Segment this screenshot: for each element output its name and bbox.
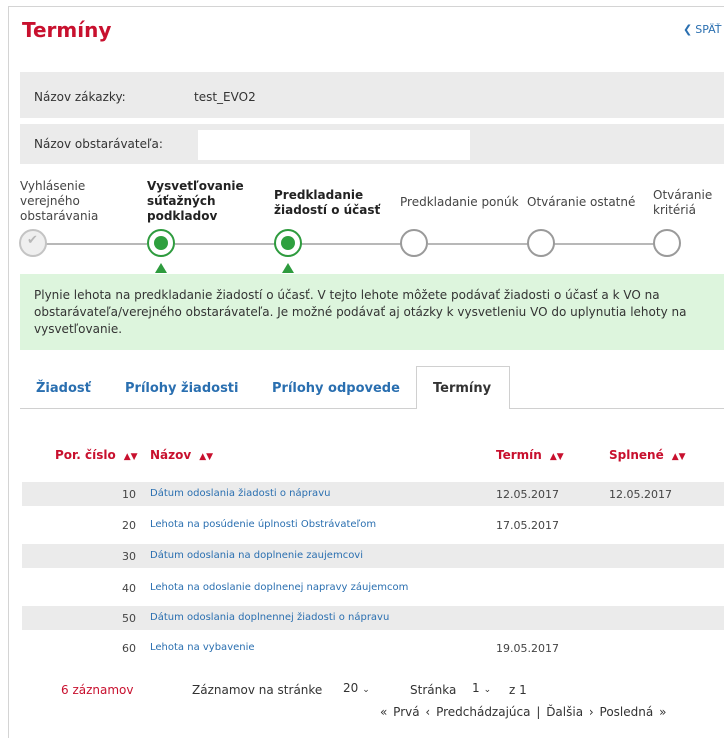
table-row: 60 Lehota na vybavenie 19.05.2017 (22, 636, 724, 660)
cell-name-link[interactable]: Dátum odoslania žiadosti o nápravu (150, 488, 330, 499)
info-message: Plynie lehota na predkladanie žiadostí o… (34, 288, 687, 336)
sort-icon: ▲▼ (123, 452, 138, 462)
tab-ziadost[interactable]: Žiadosť (36, 381, 91, 396)
per-page-label: Záznamov na stránke (192, 683, 323, 697)
sort-icon: ▲▼ (671, 452, 686, 462)
step-circle-5 (527, 229, 555, 257)
cell-due: 17.05.2017 (496, 519, 559, 532)
double-chevron-left-icon: « (380, 705, 388, 719)
active-dot-icon (281, 236, 295, 250)
step-label-2: Vysvetľovanie súťažných podkladov (147, 179, 244, 223)
cell-num: 50 (122, 612, 136, 625)
cell-num: 30 (122, 550, 136, 563)
first-page-link[interactable]: Prvá (393, 705, 419, 719)
chevron-down-icon: ⌄ (483, 685, 492, 695)
step-label-5: Otváranie ostatné (527, 195, 636, 209)
step-label-4: Predkladanie ponúk (400, 195, 519, 209)
step-connector (301, 243, 402, 245)
cell-num: 10 (122, 488, 136, 501)
cell-name-link[interactable]: Dátum odoslania doplnennej žiadosti o ná… (150, 612, 389, 623)
step-label-3: Predkladanie žiadostí o účasť (274, 188, 381, 217)
step-connector (554, 243, 655, 245)
step-connector (175, 243, 275, 245)
field-label-buyer: Názov obstarávateľa: (34, 137, 163, 151)
column-header-num[interactable]: Por. číslo ▲▼ (55, 448, 138, 462)
pagination: « Prvá ‹ Predchádzajúca | Ďalšia › Posle… (380, 705, 668, 719)
triangle-up-icon (282, 263, 294, 273)
next-page-link[interactable]: Ďalšia (546, 705, 583, 719)
cell-done: 12.05.2017 (609, 488, 672, 501)
table-row: 10 Dátum odoslania žiadosti o nápravu 12… (22, 482, 724, 506)
double-chevron-right-icon: » (659, 705, 667, 719)
cell-name-link[interactable]: Lehota na posúdenie úplnosti Obstrávateľ… (150, 519, 376, 530)
cell-num: 40 (122, 582, 136, 595)
table-row: 30 Dátum odoslania na doplnenie zaujemco… (22, 544, 724, 568)
step-circle-6 (653, 229, 681, 257)
back-link[interactable]: ❮ SPÄŤ (683, 23, 722, 36)
back-link-label: SPÄŤ (695, 23, 722, 36)
step-circle-1: ✔ (19, 229, 47, 257)
step-circle-2 (147, 229, 175, 257)
step-connector (428, 243, 528, 245)
record-count: 6 záznamov (61, 683, 134, 697)
triangle-up-icon (155, 263, 167, 273)
cell-num: 60 (122, 642, 136, 655)
check-icon: ✔ (27, 233, 38, 248)
pager-separator: | (536, 705, 541, 719)
step-connector (45, 243, 147, 245)
tab-terminy[interactable]: Termíny (416, 366, 510, 409)
tab-divider (20, 408, 416, 409)
chevron-left-icon: ‹ (425, 705, 431, 719)
cell-name-link[interactable]: Lehota na odoslanie doplnenej napravy zá… (150, 582, 408, 593)
tab-prilohy-ziadosti[interactable]: Prílohy žiadosti (125, 381, 238, 396)
cell-due: 19.05.2017 (496, 642, 559, 655)
cell-num: 20 (122, 519, 136, 532)
page-select[interactable]: 1 ⌄ (472, 681, 491, 695)
sort-icon: ▲▼ (549, 452, 564, 462)
page-total: z 1 (509, 683, 527, 697)
field-label-contract: Názov zákazky: (34, 90, 126, 104)
page-title: Termíny (22, 18, 112, 42)
field-value-contract: test_EVO2 (194, 90, 256, 104)
step-label-1: Vyhlásenie verejného obstarávania (20, 179, 99, 223)
chevron-down-icon: ⌄ (362, 685, 370, 695)
column-header-done[interactable]: Splnené ▲▼ (609, 448, 686, 462)
chevron-right-icon: › (588, 705, 594, 719)
table-row: 40 Lehota na odoslanie doplnenej napravy… (22, 576, 724, 600)
step-circle-4 (400, 229, 428, 257)
field-value-buyer (198, 130, 470, 160)
tab-terminy-label: Termíny (433, 381, 492, 396)
cell-due: 12.05.2017 (496, 488, 559, 501)
per-page-select[interactable]: 20 ⌄ (343, 681, 370, 695)
table-row: 20 Lehota na posúdenie úplnosti Obstráva… (22, 513, 724, 537)
table-row: 50 Dátum odoslania doplnennej žiadosti o… (22, 606, 724, 630)
cell-name-link[interactable]: Lehota na vybavenie (150, 642, 255, 653)
sort-icon: ▲▼ (199, 452, 214, 462)
chevron-left-icon: ❮ (683, 23, 693, 36)
active-dot-icon (154, 236, 168, 250)
page-label: Stránka (410, 683, 457, 697)
column-header-due[interactable]: Termín ▲▼ (496, 448, 564, 462)
last-page-link[interactable]: Posledná (600, 705, 654, 719)
tab-divider (510, 408, 724, 409)
tab-prilohy-odpovede[interactable]: Prílohy odpovede (272, 381, 400, 396)
step-circle-3 (274, 229, 302, 257)
cell-name-link[interactable]: Dátum odoslania na doplnenie zaujemcovi (150, 550, 363, 561)
prev-page-link[interactable]: Predchádzajúca (436, 705, 530, 719)
column-header-name[interactable]: Názov ▲▼ (150, 448, 213, 462)
step-label-6: Otváranie kritériá (653, 188, 713, 217)
